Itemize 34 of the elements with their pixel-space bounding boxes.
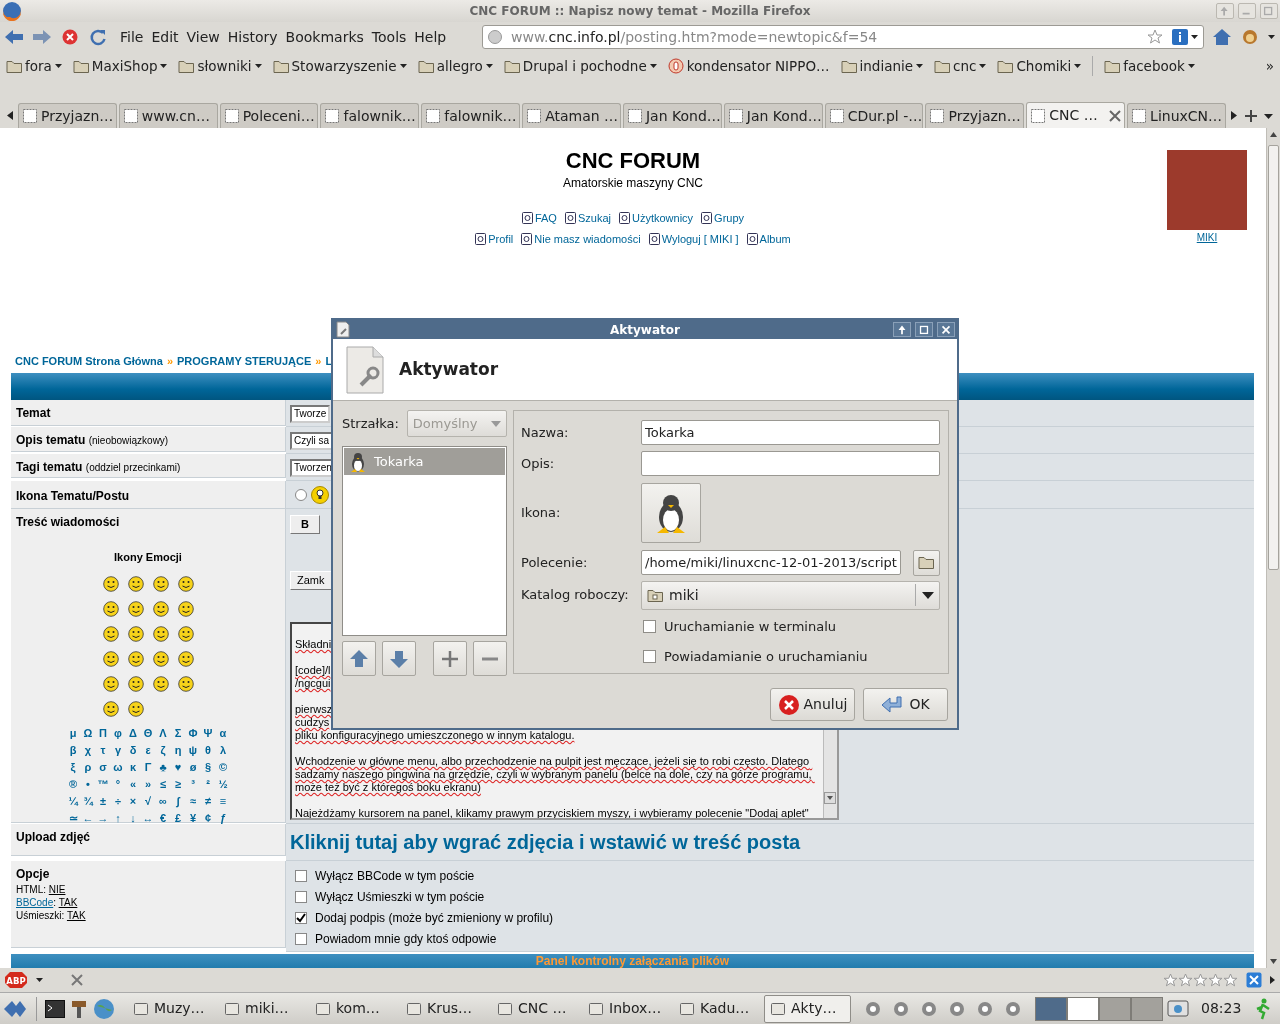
field-label: Opis tematu xyxy=(16,433,86,447)
checkbox-label: Wyłącz BBCode w tym poście xyxy=(315,868,475,885)
setting-text: HTML: NIE xyxy=(16,883,67,896)
field-label: Temat xyxy=(16,406,51,420)
field-label: Ikona: xyxy=(521,503,562,522)
clock: 08:23 xyxy=(1200,999,1243,1018)
checkbox-label: Wyłącz Uśmieszki w tym poście xyxy=(315,889,485,906)
checkbox-label: Uruchamianie w terminalu xyxy=(664,618,836,636)
setting-text: BBCode: TAK xyxy=(16,896,79,909)
site-subtitle: Amatorskie maszyny CNC xyxy=(561,175,704,192)
field-label: Treść wiadomości xyxy=(16,514,121,531)
checkbox-label: Powiadamianie o uruchamianiu xyxy=(664,647,868,666)
field-label: Opis: xyxy=(521,454,556,473)
emoticons-title: Ikony Emocji xyxy=(113,550,183,565)
field-label: Nazwa: xyxy=(521,423,570,442)
field-label: Opcje xyxy=(16,866,51,883)
setting-text: Uśmieszki: TAK xyxy=(16,909,87,922)
field-label: Strzałka: xyxy=(342,414,399,433)
window-title: CNC FORUM :: Napisz nowy temat - Mozilla Firefox xyxy=(469,3,811,20)
field-note: (oddziel przecinkami) xyxy=(85,462,181,473)
field-label: Katalog roboczy: xyxy=(521,586,630,605)
field-label: Polecenie: xyxy=(521,553,589,572)
field-label: Tagi tematu xyxy=(16,460,83,474)
checkbox-label: Powiadom mnie gdy ktoś odpowie xyxy=(315,931,497,948)
field-note: (nieobowiązkowy) xyxy=(88,435,169,446)
site-title: CNC FORUM xyxy=(564,148,702,174)
field-label: Upload zdjęć xyxy=(16,830,90,844)
breadcrumb-separator: » xyxy=(315,354,322,369)
checkbox-label: Dodaj podpis (może być zmieniony w profilu) xyxy=(315,910,554,927)
dialog-title: Aktywator xyxy=(610,321,680,339)
field-label: Ikona Tematu/Postu xyxy=(16,489,130,503)
attachment-panel-bar: Panel kontrolny załączania plików xyxy=(11,954,1254,968)
breadcrumb-separator: » xyxy=(166,354,173,369)
dialog-heading: Aktywator xyxy=(399,357,499,381)
